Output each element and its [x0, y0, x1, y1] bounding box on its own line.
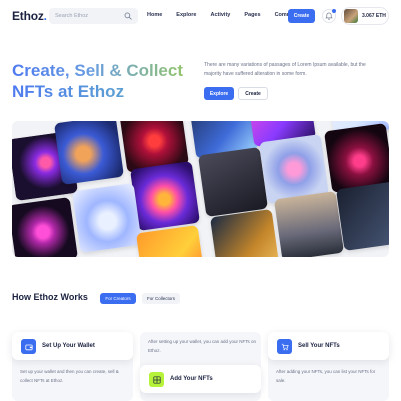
- cart-icon: [277, 339, 292, 354]
- brand-name: Ethoz: [12, 9, 44, 23]
- hero-title: Create, Sell & Collect NFTs at Ethoz: [12, 60, 212, 102]
- step-title: Set Up Your Wallet: [42, 343, 95, 349]
- tab-for-creators[interactable]: For Creators: [100, 293, 136, 304]
- wallet-pill[interactable]: 3.067 ETH: [341, 7, 389, 25]
- nft-artwork[interactable]: [12, 196, 79, 257]
- top-nav: Ethoz. Home Explore Activity Pages Commu…: [0, 0, 401, 34]
- step-header[interactable]: Sell Your NFTs: [268, 332, 389, 360]
- step-description: Set up your wallet and then you can crea…: [20, 369, 119, 383]
- hero-title-line-2: NFTs at Ethoz: [12, 81, 212, 102]
- search-icon[interactable]: [124, 12, 132, 20]
- how-it-works-title: How Ethoz Works: [12, 292, 88, 302]
- nav-link-home[interactable]: Home: [147, 12, 162, 18]
- wallet-balance: 3.067 ETH: [362, 13, 386, 19]
- tab-for-collectors[interactable]: For Collectors: [142, 293, 180, 304]
- hero-description: There are many variations of passages of…: [204, 62, 366, 77]
- nft-artwork[interactable]: [209, 208, 281, 257]
- nft-artwork[interactable]: [71, 182, 143, 254]
- hero-create-button[interactable]: Create: [238, 87, 268, 100]
- search-input[interactable]: [55, 13, 125, 19]
- step-title: Sell Your NFTs: [298, 343, 340, 349]
- notification-button[interactable]: [322, 9, 336, 23]
- nft-artwork[interactable]: [335, 180, 389, 252]
- avatar[interactable]: [344, 9, 358, 23]
- bell-icon: [325, 12, 333, 20]
- nav-link-activity[interactable]: Activity: [210, 12, 230, 18]
- nav-create-button[interactable]: Create: [288, 9, 315, 23]
- step-card-sell-nfts: Sell Your NFTs After adding your NFTs, y…: [268, 332, 389, 401]
- nav-link-pages[interactable]: Pages: [244, 12, 260, 18]
- brand-dot: .: [43, 9, 47, 23]
- nav-link-explore[interactable]: Explore: [176, 12, 196, 18]
- nft-artwork[interactable]: [53, 121, 125, 186]
- nft-artwork[interactable]: [129, 160, 201, 232]
- hero-title-line-1: Create, Sell & Collect: [12, 60, 212, 81]
- grid-plus-icon: [149, 372, 164, 387]
- nft-gallery: [12, 121, 389, 257]
- brand-logo[interactable]: Ethoz.: [12, 9, 47, 23]
- nft-artwork[interactable]: [197, 146, 269, 218]
- notification-dot: [332, 9, 336, 13]
- step-header[interactable]: Set Up Your Wallet: [12, 332, 133, 360]
- nft-artwork[interactable]: [273, 190, 345, 257]
- step-card-setup-wallet: Set Up Your Wallet Set up your wallet an…: [12, 332, 133, 401]
- explore-button[interactable]: Explore: [204, 87, 234, 100]
- step-card-add-nfts: After setting up your wallet, you can ad…: [140, 332, 261, 401]
- step-description: After adding your NFTs, you can list you…: [276, 369, 376, 383]
- step-description: After setting up your wallet, you can ad…: [148, 339, 257, 353]
- step-header[interactable]: Add Your NFTs: [140, 365, 261, 393]
- search-box: [49, 8, 138, 24]
- step-title: Add Your NFTs: [170, 376, 213, 382]
- wallet-icon: [21, 339, 36, 354]
